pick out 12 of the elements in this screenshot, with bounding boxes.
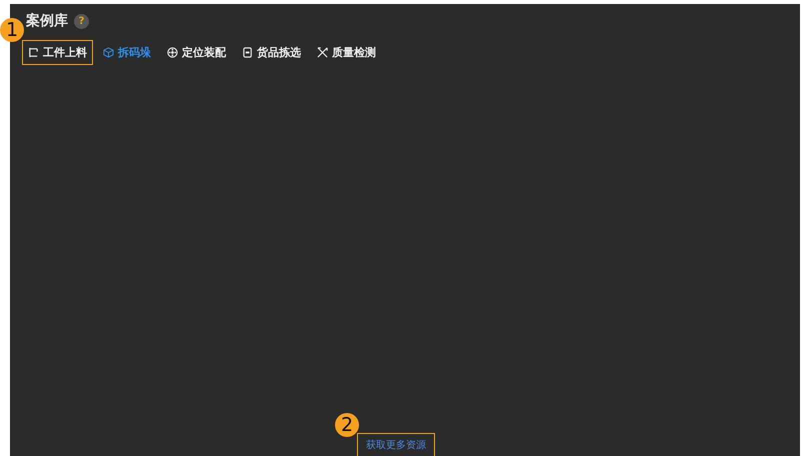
category-tab[interactable]: 拆码垛 [97, 40, 157, 65]
cube-icon [103, 47, 114, 58]
category-tab[interactable]: 定位装配 [161, 40, 232, 65]
more-resources-link[interactable]: 获取更多资源 [357, 433, 435, 456]
gear-icon [167, 47, 178, 58]
category-tab[interactable]: 工件上料 [22, 40, 93, 65]
callout-number: 1 [0, 18, 24, 42]
callout-number: 2 [335, 413, 359, 437]
panel-title: 案例库 [26, 12, 68, 30]
category-tab[interactable]: 质量检测 [311, 40, 382, 65]
box-icon [242, 47, 253, 58]
category-tab[interactable]: 货品拣选 [236, 40, 307, 65]
